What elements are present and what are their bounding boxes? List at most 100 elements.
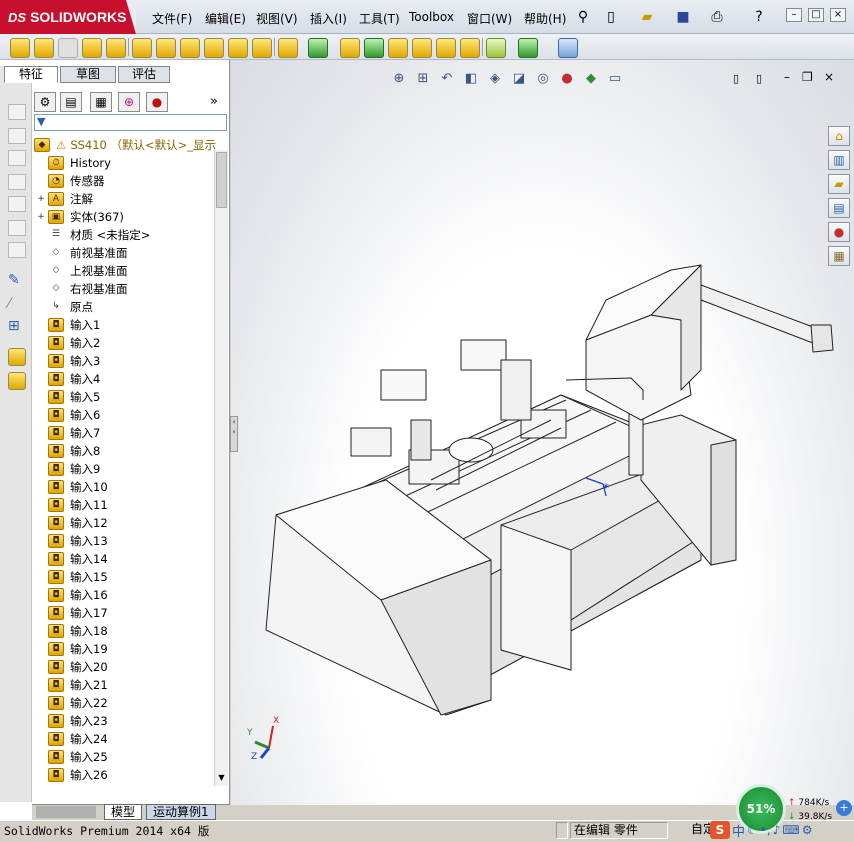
hole-wizard-icon[interactable]: [156, 38, 176, 58]
tree-item[interactable]: ◘ 输入3: [36, 352, 100, 370]
tree-scrollbar[interactable]: ▼: [214, 150, 228, 786]
lofted-cut-icon[interactable]: [228, 38, 248, 58]
tree-item[interactable]: ◘ 输入23: [36, 712, 108, 730]
menu-window[interactable]: 窗口(W): [467, 10, 512, 27]
edit-appearance-icon[interactable]: ●: [558, 70, 576, 88]
tree-item[interactable]: ◘ 输入13: [36, 532, 108, 550]
section-view-icon[interactable]: ◧: [462, 70, 480, 88]
tree-item[interactable]: ◘ 输入26: [36, 766, 108, 784]
appearances-icon[interactable]: ●: [828, 222, 850, 242]
display-style-icon[interactable]: ◪: [510, 70, 528, 88]
tree-item[interactable]: ◘ 输入4: [36, 370, 100, 388]
view-cube-icon[interactable]: [8, 128, 26, 144]
tree-item[interactable]: ◘ 输入14: [36, 550, 108, 568]
previous-view-icon[interactable]: ↶: [438, 70, 456, 88]
view-cube-icon[interactable]: [8, 104, 26, 120]
rebuild-icon[interactable]: [8, 348, 26, 366]
tree-item[interactable]: ◘ 输入25: [36, 748, 108, 766]
tree-item[interactable]: + ▣ 实体(367): [36, 208, 124, 226]
tree-item[interactable]: ◘ 输入6: [36, 406, 100, 424]
tree-item[interactable]: ◘ 输入5: [36, 388, 100, 406]
ime-keyboard-icon[interactable]: ⌨: [782, 823, 799, 837]
tree-item[interactable]: ◘ 输入10: [36, 478, 108, 496]
tree-item[interactable]: ◇ 前视基准面: [36, 244, 128, 262]
loft-icon[interactable]: [82, 38, 102, 58]
tree-item[interactable]: + A 注解: [36, 190, 93, 208]
relations-icon[interactable]: ⊞: [8, 318, 26, 336]
tree-item[interactable]: ◘ 输入9: [36, 460, 100, 478]
dimxpert-icon[interactable]: ⊕: [118, 92, 140, 112]
split-view-icon[interactable]: ▯: [733, 72, 739, 85]
boundary-boss-icon[interactable]: [106, 38, 126, 58]
swept-cut-icon[interactable]: [204, 38, 224, 58]
panel-collapse-handle[interactable]: ‹ ‹: [230, 416, 238, 452]
tree-item[interactable]: ◇ 右视基准面: [36, 280, 128, 298]
tree-item[interactable]: ◘ 输入21: [36, 676, 108, 694]
tree-item[interactable]: ◘ 输入17: [36, 604, 108, 622]
save-icon[interactable]: ■: [672, 8, 694, 26]
tree-item[interactable]: ◘ 输入15: [36, 568, 108, 586]
reference-geometry-icon[interactable]: [486, 38, 506, 58]
view-cube-icon[interactable]: [8, 196, 26, 212]
solidworks-resources-icon[interactable]: ⌂: [828, 126, 850, 146]
print-icon[interactable]: ⎙: [706, 8, 728, 26]
instant3d-icon[interactable]: [558, 38, 578, 58]
tree-item[interactable]: ◘ 输入16: [36, 586, 108, 604]
split-view-icon[interactable]: ▯: [756, 72, 762, 85]
fillet-icon[interactable]: [278, 38, 298, 58]
view-palette-icon[interactable]: ▤: [828, 198, 850, 218]
edit-sketch-icon[interactable]: ✎: [8, 272, 26, 290]
file-explorer-icon[interactable]: ▰: [828, 174, 850, 194]
tree-item[interactable]: ◘ 输入12: [36, 514, 108, 532]
viewport-restore-icon[interactable]: ❐: [802, 70, 813, 84]
view-cube-icon[interactable]: [8, 220, 26, 236]
menu-insert[interactable]: 插入(I): [310, 10, 347, 27]
tab-model[interactable]: 模型: [104, 804, 143, 820]
extruded-cut-icon[interactable]: [132, 38, 152, 58]
revolved-cut-icon[interactable]: [180, 38, 200, 58]
tree-root-part[interactable]: ◆ ⚠ SS410 （默认<默认>_显示: [32, 136, 216, 154]
linear-pattern-icon[interactable]: [308, 38, 328, 58]
menu-tools[interactable]: 工具(T): [359, 10, 400, 27]
menu-toolbox[interactable]: Toolbox: [409, 10, 454, 24]
tree-item[interactable]: ◘ 输入19: [36, 640, 108, 658]
tab-sketch[interactable]: 草图: [60, 66, 116, 83]
extruded-boss-icon[interactable]: [10, 38, 30, 58]
shell-icon[interactable]: [388, 38, 408, 58]
tree-item[interactable]: ◘ 输入1: [36, 316, 100, 334]
rib-icon[interactable]: [340, 38, 360, 58]
tree-item[interactable]: ☰ 材质 <未指定>: [36, 226, 150, 244]
expand-toggle-icon[interactable]: +: [36, 194, 46, 204]
configuration-manager-icon[interactable]: ▦: [90, 92, 112, 112]
tab-scroll-arrows[interactable]: [36, 806, 96, 818]
tree-filter-input[interactable]: ▼: [34, 114, 227, 131]
menu-help[interactable]: 帮助(H): [524, 10, 566, 27]
solidworks-logo[interactable]: DS SOLIDWORKS: [0, 0, 136, 34]
mirror-icon[interactable]: [460, 38, 480, 58]
zoom-to-area-icon[interactable]: ⊞: [414, 70, 432, 88]
smart-dimension-icon[interactable]: ⁄: [8, 296, 26, 314]
tree-item[interactable]: ◘ 输入8: [36, 442, 100, 460]
ime-chinese-icon[interactable]: 中: [732, 821, 745, 840]
intersect-icon[interactable]: [436, 38, 456, 58]
viewport-minimize-icon[interactable]: –: [784, 70, 790, 84]
property-manager-icon[interactable]: ▤: [60, 92, 82, 112]
open-folder-icon[interactable]: ▰: [636, 8, 658, 26]
tree-item[interactable]: ◔ 传感器: [36, 172, 105, 190]
tab-evaluate[interactable]: 评估: [118, 66, 170, 83]
tree-item[interactable]: ◘ 输入22: [36, 694, 108, 712]
tree-item[interactable]: ◇ 上视基准面: [36, 262, 128, 280]
options-icon[interactable]: [8, 372, 26, 390]
restore-button[interactable]: □: [808, 8, 824, 22]
viewport-close-icon[interactable]: ×: [824, 70, 834, 84]
sweep-icon[interactable]: [58, 38, 78, 58]
view-orientation-icon[interactable]: ◈: [486, 70, 504, 88]
ime-mic-icon[interactable]: ♪: [773, 823, 781, 837]
menu-view[interactable]: 视图(V): [256, 10, 298, 27]
tree-item[interactable]: ◘ 输入7: [36, 424, 100, 442]
view-cube-icon[interactable]: [8, 242, 26, 258]
tree-item[interactable]: ◘ 输入18: [36, 622, 108, 640]
design-library-icon[interactable]: ▥: [828, 150, 850, 170]
ime-moon-icon[interactable]: ☾: [747, 823, 758, 837]
menu-edit[interactable]: 编辑(E): [205, 10, 246, 27]
